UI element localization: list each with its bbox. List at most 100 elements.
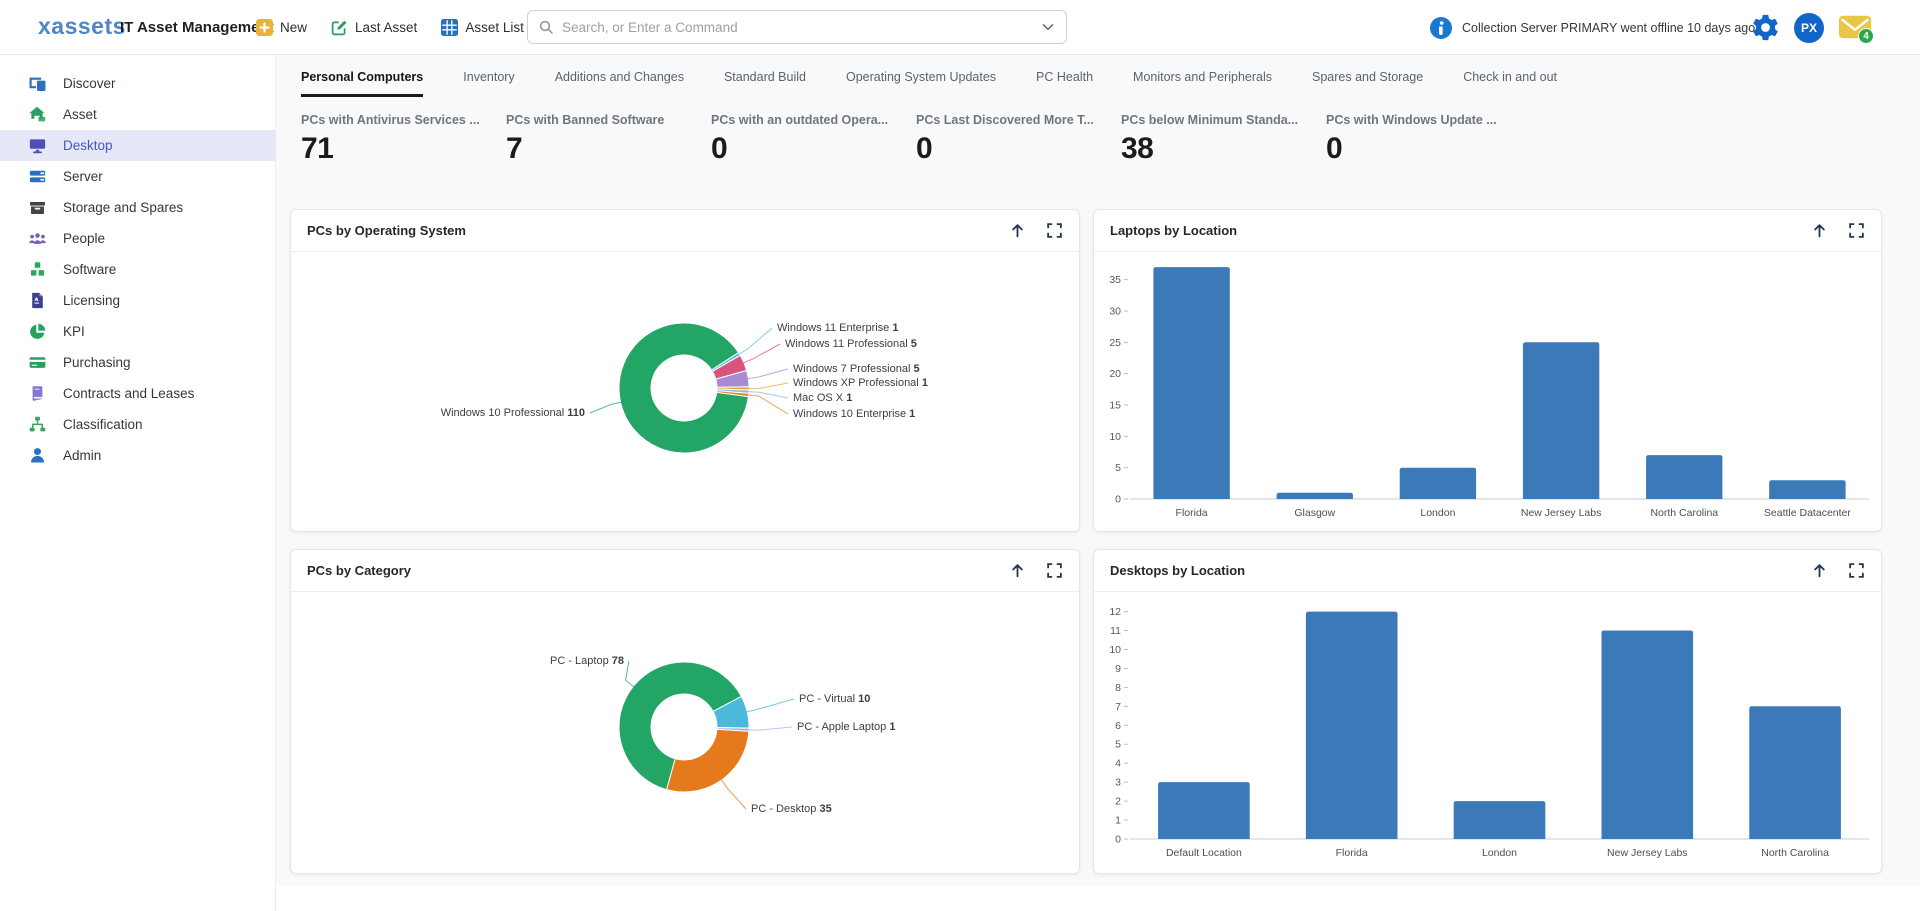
y-tick-label: 8 bbox=[1115, 682, 1121, 694]
classification-icon bbox=[29, 416, 46, 433]
pie-slice-pc-desktop[interactable] bbox=[667, 729, 749, 792]
kpi-label: PCs with an outdated Opera... bbox=[711, 113, 916, 127]
y-tick-label: 5 bbox=[1115, 462, 1121, 474]
pie-label-windows-11-professional: Windows 11 Professional 5 bbox=[785, 338, 917, 350]
app-title: IT Asset Management bbox=[120, 19, 274, 36]
sidebar-item-label: Admin bbox=[63, 448, 101, 463]
kpi-pcs-with-antivirus-services[interactable]: PCs with Antivirus Services ...71 bbox=[301, 113, 506, 166]
tab-inventory[interactable]: Inventory bbox=[463, 70, 514, 97]
purchasing-icon bbox=[29, 354, 46, 371]
sidebar-item-contracts-and-leases[interactable]: Contracts and Leases bbox=[0, 378, 275, 409]
y-tick-label: 0 bbox=[1115, 834, 1121, 846]
tab-standard-build[interactable]: Standard Build bbox=[724, 70, 806, 97]
sidebar-item-label: Server bbox=[63, 169, 103, 184]
fullscreen-icon[interactable] bbox=[1046, 222, 1063, 239]
bar-default-location[interactable] bbox=[1158, 782, 1250, 839]
sidebar-item-storage-and-spares[interactable]: Storage and Spares bbox=[0, 192, 275, 223]
notification-area: Collection Server PRIMARY went offline 1… bbox=[1430, 0, 1755, 55]
info-icon[interactable] bbox=[1430, 17, 1452, 39]
sidebar-item-server[interactable]: Server bbox=[0, 161, 275, 192]
tab-operating-system-updates[interactable]: Operating System Updates bbox=[846, 70, 996, 97]
tab-spares-and-storage[interactable]: Spares and Storage bbox=[1312, 70, 1423, 97]
tab-personal-computers[interactable]: Personal Computers bbox=[301, 70, 423, 97]
button-label: Asset List bbox=[465, 20, 524, 35]
sidebar-item-licensing[interactable]: Licensing bbox=[0, 285, 275, 316]
search-box[interactable] bbox=[527, 10, 1067, 44]
kpi-label: PCs below Minimum Standa... bbox=[1121, 113, 1326, 127]
bar-north-carolina[interactable] bbox=[1646, 455, 1722, 499]
kpi-pcs-last-discovered-more-t[interactable]: PCs Last Discovered More T...0 bbox=[916, 113, 1121, 166]
chart-title: PCs by Operating System bbox=[307, 223, 1009, 238]
chart-card-pcs-by-category: PCs by Category PC - Laptop 78PC - Virtu… bbox=[290, 549, 1080, 874]
gear-icon[interactable] bbox=[1752, 14, 1779, 41]
contracts-icon bbox=[29, 385, 46, 402]
callout-line bbox=[626, 661, 635, 687]
button-label: New bbox=[280, 20, 307, 35]
sidebar-item-discover[interactable]: Discover bbox=[0, 68, 275, 99]
sidebar-item-software[interactable]: Software bbox=[0, 254, 275, 285]
fullscreen-icon[interactable] bbox=[1848, 222, 1865, 239]
bar-north-carolina[interactable] bbox=[1749, 706, 1841, 839]
bar-new-jersey-labs[interactable] bbox=[1523, 342, 1599, 499]
avatar[interactable]: PX bbox=[1794, 13, 1824, 43]
bar-florida[interactable] bbox=[1153, 267, 1229, 499]
kpi-pcs-with-an-outdated-opera[interactable]: PCs with an outdated Opera...0 bbox=[711, 113, 916, 166]
y-tick-label: 9 bbox=[1115, 663, 1121, 675]
callout-line bbox=[748, 727, 792, 730]
kpi-pcs-with-windows-update[interactable]: PCs with Windows Update ...0 bbox=[1326, 113, 1531, 166]
sidebar-item-kpi[interactable]: KPI bbox=[0, 316, 275, 347]
tab-pc-health[interactable]: PC Health bbox=[1036, 70, 1093, 97]
callout-line bbox=[721, 779, 746, 809]
last-asset-button[interactable]: Last Asset bbox=[331, 19, 417, 36]
server-icon bbox=[29, 168, 46, 185]
table-icon bbox=[441, 19, 458, 36]
export-arrow-up-icon[interactable] bbox=[1009, 562, 1026, 579]
tab-monitors-and-peripherals[interactable]: Monitors and Peripherals bbox=[1133, 70, 1272, 97]
card-header: Desktops by Location bbox=[1094, 550, 1881, 592]
sidebar-item-people[interactable]: People bbox=[0, 223, 275, 254]
chart-card-desktops-by-location: Desktops by Location 0123456789101112Def… bbox=[1093, 549, 1882, 874]
fullscreen-icon[interactable] bbox=[1046, 562, 1063, 579]
y-tick-label: 3 bbox=[1115, 777, 1121, 789]
x-category-label: North Carolina bbox=[1761, 847, 1829, 859]
chart-title: Laptops by Location bbox=[1110, 223, 1811, 238]
chevron-down-icon[interactable] bbox=[1040, 19, 1056, 35]
sidebar-item-asset[interactable]: Asset bbox=[0, 99, 275, 130]
bar-seattle-datacenter[interactable] bbox=[1769, 480, 1845, 499]
bar-london[interactable] bbox=[1400, 468, 1476, 499]
asset-list-button[interactable]: Asset List bbox=[441, 19, 524, 36]
bar-florida[interactable] bbox=[1306, 612, 1398, 839]
callout-line bbox=[743, 344, 780, 363]
xassets-logo[interactable]: xassets bbox=[38, 13, 126, 40]
new-button[interactable]: New bbox=[256, 19, 307, 36]
y-tick-label: 15 bbox=[1109, 400, 1121, 412]
kpi-pcs-with-banned-software[interactable]: PCs with Banned Software7 bbox=[506, 113, 711, 166]
search-input[interactable] bbox=[562, 20, 1040, 35]
sidebar-item-purchasing[interactable]: Purchasing bbox=[0, 347, 275, 378]
kpi-pcs-below-minimum-standa[interactable]: PCs below Minimum Standa...38 bbox=[1121, 113, 1326, 166]
export-arrow-up-icon[interactable] bbox=[1811, 222, 1828, 239]
edit-icon bbox=[331, 19, 348, 36]
export-arrow-up-icon[interactable] bbox=[1009, 222, 1026, 239]
sidebar-item-classification[interactable]: Classification bbox=[0, 409, 275, 440]
sidebar-item-label: KPI bbox=[63, 324, 85, 339]
bar-glasgow[interactable] bbox=[1277, 493, 1353, 499]
sidebar-item-label: Desktop bbox=[63, 138, 113, 153]
y-tick-label: 12 bbox=[1109, 606, 1121, 618]
fullscreen-icon[interactable] bbox=[1848, 562, 1865, 579]
callout-line bbox=[748, 383, 788, 388]
sidebar-item-desktop[interactable]: Desktop bbox=[0, 130, 275, 161]
callout-line bbox=[739, 328, 773, 355]
tab-check-in-and-out[interactable]: Check in and out bbox=[1463, 70, 1557, 97]
main-content: Personal Computers Inventory Additions and… bbox=[276, 55, 1920, 911]
tab-additions-and-changes[interactable]: Additions and Changes bbox=[555, 70, 684, 97]
sidebar-item-admin[interactable]: Admin bbox=[0, 440, 275, 471]
sidebar-item-label: Licensing bbox=[63, 293, 120, 308]
bar-new-jersey-labs[interactable] bbox=[1602, 631, 1694, 840]
bar-london[interactable] bbox=[1454, 801, 1546, 839]
top-bar: xassets IT Asset Management New Last Asse… bbox=[0, 0, 1920, 55]
pie-label-pc-apple-laptop: PC - Apple Laptop 1 bbox=[797, 721, 895, 733]
x-category-label: New Jersey Labs bbox=[1521, 507, 1602, 519]
pie-label-windows-10-professional: Windows 10 Professional 110 bbox=[441, 407, 585, 419]
export-arrow-up-icon[interactable] bbox=[1811, 562, 1828, 579]
